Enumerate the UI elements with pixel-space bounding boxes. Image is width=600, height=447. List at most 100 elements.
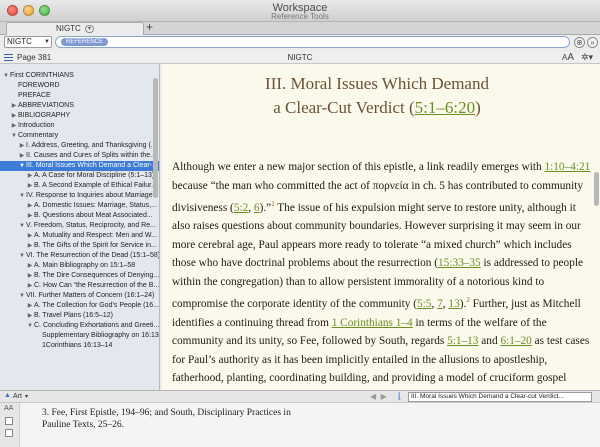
disclosure-expanded-icon[interactable]: ▼ bbox=[18, 161, 26, 171]
toc-item-label: B. The Dire Consequences of Denying... bbox=[34, 272, 159, 279]
disclosure-collapsed-icon[interactable]: ▶ bbox=[26, 231, 34, 241]
scripture-link[interactable]: 5:5 bbox=[417, 298, 431, 310]
disclosure-expanded-icon[interactable]: ▼ bbox=[2, 71, 10, 81]
disclosure-collapsed-icon[interactable]: ▶ bbox=[18, 151, 26, 161]
heading-line-2: a Clear-Cut Verdict (5:1–6:20) bbox=[273, 98, 481, 117]
toc-item[interactable]: ▶ B. Travel Plans (16:5–12) bbox=[0, 311, 159, 321]
toc-item[interactable]: ▶ II. Causes and Cures of Splits within t… bbox=[0, 151, 159, 161]
print-icon[interactable] bbox=[5, 429, 13, 437]
toc-item[interactable]: ▼Commentary bbox=[0, 131, 159, 141]
toc-item[interactable]: PREFACE bbox=[0, 91, 159, 101]
toc-item[interactable]: ▼VI. The Resurrection of the Dead (15:1–… bbox=[0, 251, 159, 261]
disclosure-collapsed-icon[interactable]: ▶ bbox=[26, 301, 34, 311]
toc-item[interactable]: ▶ BIBLIOGRAPHY bbox=[0, 111, 159, 121]
disclosure-expanded-icon[interactable]: ▼ bbox=[18, 291, 26, 301]
toc-item-label: ABBREVIATIONS bbox=[18, 102, 74, 109]
disclosure-collapsed-icon[interactable]: ▶ bbox=[26, 241, 34, 251]
title-bar: Workspace Reference Tools bbox=[0, 0, 600, 22]
toc-item[interactable]: ▶ C. How Can “the Resurrection of the B..… bbox=[0, 281, 159, 291]
toc-item[interactable]: FOREWORD bbox=[0, 81, 159, 91]
footnote-font-icon[interactable]: AA bbox=[4, 405, 13, 412]
disclosure-expanded-icon[interactable]: ▼ bbox=[18, 251, 26, 261]
scripture-link[interactable]: 6:1–20 bbox=[500, 335, 531, 347]
resource-selector[interactable]: NIGTC ▼ bbox=[4, 36, 52, 48]
content-scrollbar[interactable] bbox=[594, 172, 599, 206]
copy-icon[interactable] bbox=[5, 417, 13, 425]
font-size-control[interactable]: AA bbox=[562, 52, 574, 63]
toc-item[interactable]: ▶ B. Questions about Meat Associated... bbox=[0, 211, 159, 221]
scripture-link[interactable]: 1 Corinthians 1–4 bbox=[332, 317, 413, 329]
nav-arrows[interactable]: ◀ ▶ bbox=[370, 392, 387, 401]
disclosure-expanded-icon[interactable]: ▼ bbox=[10, 131, 18, 141]
resource-title: NIGTC bbox=[287, 53, 313, 62]
disclosure-collapsed-icon[interactable]: ▶ bbox=[26, 211, 34, 221]
toc-item[interactable]: ▶ B. A Second Example of Ethical Failur..… bbox=[0, 181, 159, 191]
triangle-up-icon[interactable]: ▲ bbox=[4, 392, 11, 399]
footnote-toolbar: AA bbox=[0, 403, 20, 447]
disclosure-collapsed-icon[interactable]: ▶ bbox=[26, 261, 34, 271]
disclosure-expanded-icon[interactable]: ▼ bbox=[26, 321, 34, 331]
status-label[interactable]: Art bbox=[13, 393, 22, 400]
disclosure-collapsed-icon[interactable]: ▶ bbox=[10, 121, 18, 131]
toc-item[interactable]: ▼First CORINTHIANS bbox=[0, 71, 159, 81]
toc-item[interactable]: ▶ Introduction bbox=[0, 121, 159, 131]
disclosure-collapsed-icon[interactable]: ▶ bbox=[26, 281, 34, 291]
disclosure-collapsed-icon[interactable]: ▶ bbox=[18, 141, 26, 151]
toc-item[interactable]: Supplementary Bibliography on 16:13–24 bbox=[0, 331, 159, 341]
toc-item[interactable]: ▶ A. Mutuality and Respect: Men and W... bbox=[0, 231, 159, 241]
toc-item[interactable]: ▼V. Freedom, Status, Reciprocity, and Re… bbox=[0, 221, 159, 231]
toc-item-label: V. Freedom, Status, Reciprocity, and Re.… bbox=[26, 222, 156, 229]
reference-type-pill[interactable]: REFERENCE bbox=[61, 38, 109, 46]
chevron-down-icon[interactable]: ▾ bbox=[25, 393, 28, 400]
current-location-field[interactable]: III. Moral Issues Which Demand a Clear-c… bbox=[408, 392, 592, 402]
scripture-link[interactable]: 15:33–35 bbox=[438, 257, 481, 269]
toc-item[interactable]: ▶ I. Address, Greeting, and Thanksgiving … bbox=[0, 141, 159, 151]
scripture-link[interactable]: 5:1–13 bbox=[447, 335, 478, 347]
toc-item[interactable]: ▶ A. Main Bibliography on 15:1–58 bbox=[0, 261, 159, 271]
disclosure-collapsed-icon[interactable]: ▶ bbox=[26, 171, 34, 181]
scripture-link[interactable]: 5:2 bbox=[234, 202, 248, 214]
toc-item-label: C. How Can “the Resurrection of the B... bbox=[34, 282, 159, 289]
toc-item[interactable]: 1Corinthians 16:13–14 bbox=[0, 341, 159, 351]
disclosure-collapsed-icon[interactable]: ▶ bbox=[10, 111, 18, 121]
toc-item[interactable]: ▶ ABBREVIATIONS bbox=[0, 101, 159, 111]
toc-item[interactable]: ▼C. Concluding Exhortations and Greeti..… bbox=[0, 321, 159, 331]
tab-bar: NIGTC ▾ + bbox=[0, 20, 600, 35]
toc-item[interactable]: ▶ A. A Case for Moral Discipline (5:1–13) bbox=[0, 171, 159, 181]
disclosure-collapsed-icon[interactable]: ▶ bbox=[26, 311, 34, 321]
tab-menu-chevron-icon[interactable]: ▾ bbox=[85, 24, 95, 33]
footnote-pane: AA 3. Fee, First Epistle, 194–96; and So… bbox=[0, 402, 600, 447]
sidebar-scrollbar[interactable] bbox=[153, 78, 158, 198]
toc-item[interactable]: ▶ A. Domestic Issues: Marriage, Status,..… bbox=[0, 201, 159, 211]
disclosure-collapsed-icon[interactable]: ▶ bbox=[26, 181, 34, 191]
forward-icon[interactable]: » bbox=[587, 37, 598, 48]
gear-icon[interactable]: ✲▾ bbox=[581, 52, 593, 63]
toc-item[interactable]: ▶ B. The Gifts of the Spirit for Service … bbox=[0, 241, 159, 251]
disclosure-collapsed-icon[interactable]: ▶ bbox=[10, 101, 18, 111]
section-heading: III. Moral Issues Which Demand a Clear-C… bbox=[162, 72, 592, 120]
reading-pane: III. Moral Issues Which Demand a Clear-C… bbox=[162, 64, 600, 390]
scripture-link[interactable]: 1:10–4:21 bbox=[545, 161, 591, 173]
toc-item[interactable]: ▼III. Moral Issues Which Demand a Clear-… bbox=[0, 161, 159, 171]
toc-item[interactable]: ▶ B. The Dire Consequences of Denying... bbox=[0, 271, 159, 281]
body-text-run: and bbox=[478, 335, 501, 348]
tab-nigtc[interactable]: NIGTC ▾ bbox=[6, 22, 144, 35]
toc-item[interactable]: ▶ A. The Collection for God’s People (16.… bbox=[0, 301, 159, 311]
body-text-run: Although we enter a new major section of… bbox=[172, 161, 545, 173]
heading-reference-link[interactable]: 5:1–6:20 bbox=[415, 98, 475, 117]
location-bracket-icon: ⌊ bbox=[398, 391, 402, 401]
scripture-link[interactable]: 13 bbox=[448, 298, 459, 310]
reference-input[interactable]: REFERENCE bbox=[55, 36, 570, 48]
toc-item[interactable]: ▼IV. Response to Inquiries about Marriag… bbox=[0, 191, 159, 201]
disclosure-collapsed-icon[interactable]: ▶ bbox=[26, 201, 34, 211]
add-icon[interactable]: ⊕ bbox=[574, 37, 585, 48]
disclosure-expanded-icon[interactable]: ▼ bbox=[18, 221, 26, 231]
disclosure-expanded-icon[interactable]: ▼ bbox=[18, 191, 26, 201]
disclosure-collapsed-icon[interactable]: ▶ bbox=[26, 271, 34, 281]
toc-item-label: III. Moral Issues Which Demand a Clear-.… bbox=[26, 162, 158, 169]
toc-item-label: C. Concluding Exhortations and Greeti... bbox=[34, 322, 159, 329]
toc-item[interactable]: ▼VII. Further Matters of Concern (16:1–2… bbox=[0, 291, 159, 301]
add-tab-button[interactable]: + bbox=[146, 20, 153, 34]
font-larger-button[interactable]: A bbox=[567, 52, 574, 63]
toc-list: ▼First CORINTHIANS FOREWORD PREFACE ▶ ABBREV… bbox=[0, 64, 159, 351]
